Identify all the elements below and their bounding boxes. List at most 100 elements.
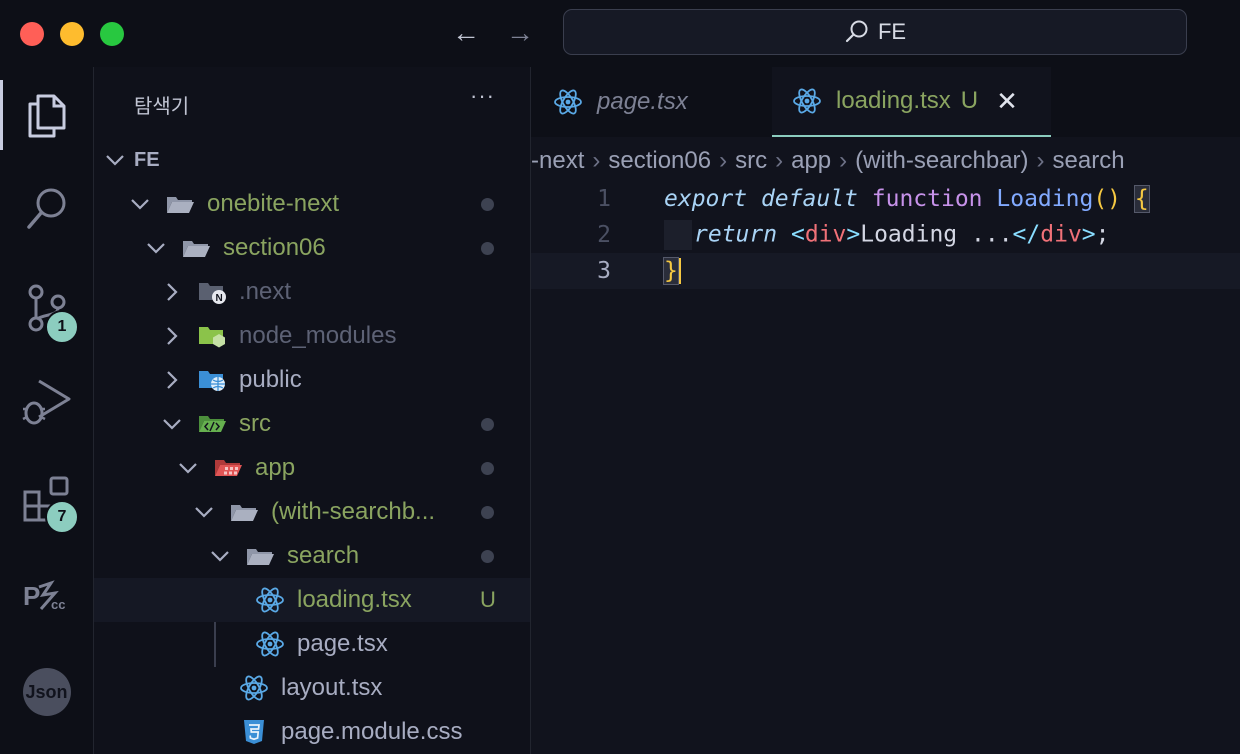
- line-number: 3: [597, 258, 611, 284]
- react-icon: [793, 88, 821, 114]
- chevron-down-icon: [104, 153, 126, 167]
- svg-text:N: N: [216, 293, 223, 304]
- search-icon: [26, 188, 65, 229]
- chevron-down-icon: [129, 197, 151, 211]
- tree-root-fe[interactable]: FE: [94, 138, 530, 182]
- svg-text:P: P: [23, 581, 40, 611]
- breadcrumb-item[interactable]: src: [735, 147, 767, 175]
- next-folder-icon: N: [195, 278, 229, 306]
- editor-tabs: page.tsx loading.tsx U ✕: [531, 67, 1240, 137]
- breadcrumb-item[interactable]: (with-searchbar): [855, 147, 1028, 175]
- tree-item[interactable]: src: [94, 402, 530, 446]
- src-folder-icon: [195, 410, 229, 438]
- run-debug-activity[interactable]: [0, 367, 93, 437]
- tree-item[interactable]: search: [94, 534, 530, 578]
- source-control-badge: 1: [45, 310, 79, 344]
- breadcrumb-separator: ›: [1036, 147, 1045, 174]
- folder-open-icon: [163, 190, 197, 218]
- command-center-search[interactable]: FE: [563, 9, 1187, 55]
- modified-dot: [481, 242, 494, 255]
- tree-item[interactable]: page.module.css: [94, 710, 530, 754]
- tab-page-tsx[interactable]: page.tsx: [531, 67, 771, 137]
- close-window-button[interactable]: [20, 22, 44, 46]
- text-cursor: [678, 258, 681, 285]
- tree-item-selected[interactable]: loading.tsx U: [94, 578, 530, 622]
- json-activity[interactable]: Json: [0, 657, 93, 727]
- tree-root-label: FE: [134, 148, 160, 171]
- modified-dot: [481, 418, 494, 431]
- untracked-status: U: [960, 87, 979, 114]
- folder-open-icon: [243, 542, 277, 570]
- tree-item[interactable]: page.tsx: [94, 622, 530, 666]
- back-arrow-icon[interactable]: ←: [452, 18, 480, 48]
- modified-dot: [481, 506, 494, 519]
- folder-open-icon: [179, 234, 213, 262]
- tree-item[interactable]: onebite-next: [94, 182, 530, 226]
- breadcrumb-item[interactable]: app: [791, 147, 831, 175]
- chevron-down-icon: [161, 417, 183, 431]
- breadcrumb-separator: ›: [775, 147, 784, 174]
- command-center-text: FE: [877, 19, 907, 44]
- react-icon: [253, 630, 287, 658]
- chevron-down-icon: [193, 505, 215, 519]
- react-icon: [253, 586, 287, 614]
- code-line: 2 return <div>Loading ...</div>;: [531, 217, 1240, 253]
- explorer-title: 탐색기: [134, 96, 190, 118]
- folder-open-icon: [227, 498, 261, 526]
- json-icon: Json: [22, 668, 71, 716]
- breadcrumb-item[interactable]: section06: [608, 147, 711, 175]
- line-number: 2: [597, 222, 611, 248]
- tree-item[interactable]: (with-searchb...: [94, 490, 530, 534]
- ps-cc-icon: P cc: [23, 580, 65, 612]
- breadcrumb: -next › section06 › src › app › (with-se…: [531, 145, 1240, 177]
- ps-cc-activity[interactable]: P cc: [0, 562, 93, 632]
- css-icon: [237, 718, 271, 746]
- app-folder-icon: [211, 454, 245, 482]
- extensions-activity[interactable]: 7: [0, 465, 93, 535]
- tree-item[interactable]: layout.tsx: [94, 666, 530, 710]
- tree-item[interactable]: node_modules: [94, 314, 530, 358]
- source-control-activity[interactable]: 1: [0, 272, 93, 344]
- forward-arrow-icon[interactable]: →: [506, 18, 534, 48]
- react-icon: [554, 89, 582, 115]
- modified-dot: [481, 462, 494, 475]
- chevron-right-icon: [161, 282, 183, 302]
- line-number: 1: [597, 186, 611, 212]
- chevron-down-icon: [177, 461, 199, 475]
- activity-bar: 1 7 P cc Json: [0, 67, 94, 754]
- node-folder-icon: [195, 322, 229, 350]
- chevron-right-icon: [161, 326, 183, 346]
- breadcrumb-separator: ›: [592, 147, 601, 174]
- tab-loading-tsx[interactable]: loading.tsx U ✕: [772, 67, 1051, 137]
- code-line: 1 export default function Loading() {: [531, 181, 1240, 217]
- tree-item[interactable]: section06: [94, 226, 530, 270]
- explorer-activity[interactable]: [0, 80, 93, 150]
- search-icon: [845, 20, 868, 43]
- breadcrumb-separator: ›: [719, 147, 728, 174]
- modified-dot: [481, 198, 494, 211]
- tree-item[interactable]: app: [94, 446, 530, 490]
- more-actions-button[interactable]: ···: [470, 83, 495, 109]
- svg-text:cc: cc: [51, 597, 65, 612]
- close-icon[interactable]: ✕: [996, 86, 1018, 117]
- breadcrumb-item[interactable]: search: [1053, 147, 1125, 175]
- breadcrumb-separator: ›: [839, 147, 848, 174]
- chevron-right-icon: [161, 370, 183, 390]
- minimize-window-button[interactable]: [60, 22, 84, 46]
- run-debug-icon: [21, 379, 70, 425]
- maximize-window-button[interactable]: [100, 22, 124, 46]
- editor-area: page.tsx loading.tsx U ✕ -next › section…: [531, 67, 1240, 754]
- tree-item[interactable]: N .next: [94, 270, 530, 314]
- breadcrumb-item[interactable]: -next: [531, 147, 584, 175]
- chevron-down-icon: [145, 241, 167, 255]
- files-icon: [28, 94, 65, 138]
- tree-item[interactable]: public: [94, 358, 530, 402]
- chevron-down-icon: [209, 549, 231, 563]
- untracked-status: U: [480, 587, 496, 612]
- search-activity[interactable]: [0, 174, 93, 244]
- react-icon: [237, 674, 271, 702]
- public-folder-icon: [195, 366, 229, 394]
- title-bar: ← → FE: [0, 0, 1240, 68]
- explorer-sidebar: 탐색기 ··· FE onebite-next section06 N .nex…: [94, 67, 531, 754]
- extensions-badge: 7: [45, 500, 79, 534]
